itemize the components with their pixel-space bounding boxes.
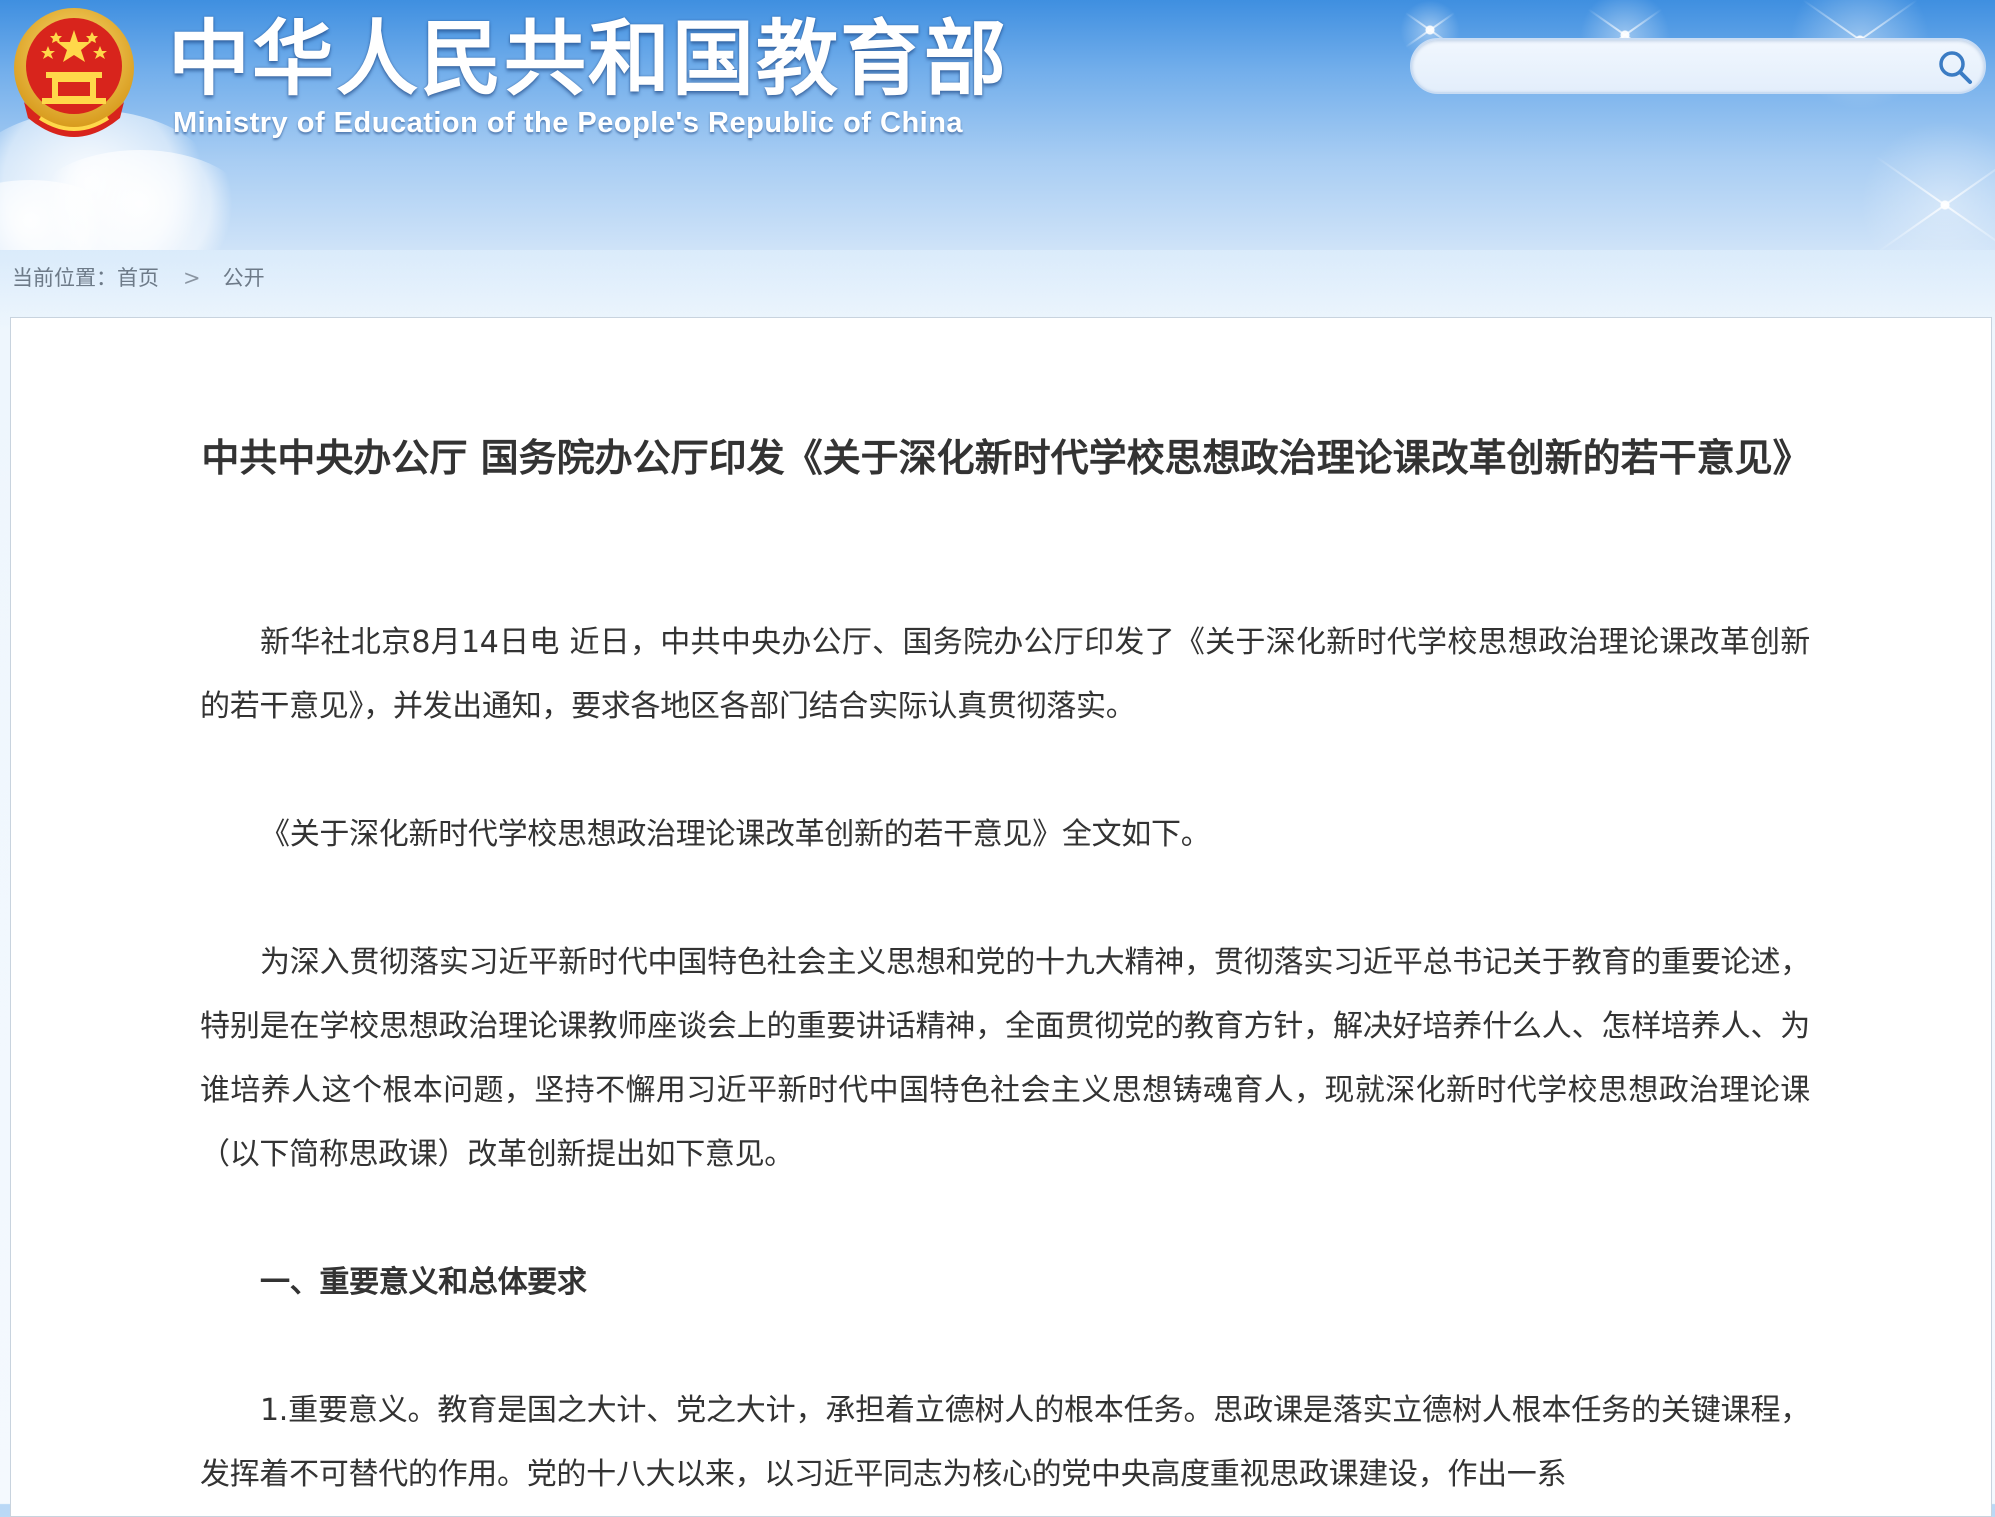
- breadcrumb-prefix: 当前位置：: [12, 266, 117, 290]
- header-dandelion: [1860, 120, 1995, 250]
- article-title: 中共中央办公厅 国务院办公厅印发《关于深化新时代学校思想政治理论课改革创新的若干…: [201, 436, 1811, 480]
- breadcrumb-home-link[interactable]: 首页: [117, 262, 159, 292]
- site-title-cn: 中华人民共和国教育部: [168, 12, 1009, 107]
- article-paragraph: 新华社北京8月14日电 近日，中共中央办公厅、国务院办公厅印发了《关于深化新时代…: [200, 625, 1810, 724]
- search-button[interactable]: [1934, 46, 1976, 88]
- site-title-en: Ministry of Education of the People's Re…: [173, 107, 964, 139]
- article-panel: 中共中央办公厅 国务院办公厅印发《关于深化新时代学校思想政治理论课改革创新的若干…: [10, 317, 1992, 1517]
- breadcrumb-public-link[interactable]: 公开: [223, 262, 265, 292]
- article-paragraph: 1.重要意义。教育是国之大计、党之大计，承担着立德树人的根本任务。思政课是落实立…: [200, 1393, 1810, 1492]
- section-heading: 一、重要意义和总体要求: [260, 1265, 587, 1300]
- article-paragraph: 《关于深化新时代学校思想政治理论课改革创新的若干意见》全文如下。: [260, 817, 1211, 852]
- search-box: [1410, 38, 1986, 94]
- search-icon: [1939, 51, 1972, 84]
- site-header: 中华人民共和国教育部 Ministry of Education of the …: [0, 0, 1995, 250]
- article-paragraph: 为深入贯彻落实习近平新时代中国特色社会主义思想和党的十九大精神，贯彻落实习近平总…: [200, 945, 1810, 1172]
- chevron-right-icon: >: [183, 266, 201, 290]
- search-input[interactable]: [1436, 48, 1910, 86]
- national-emblem-icon: [10, 6, 138, 140]
- breadcrumb: 当前位置：首页 > 公开: [12, 262, 265, 292]
